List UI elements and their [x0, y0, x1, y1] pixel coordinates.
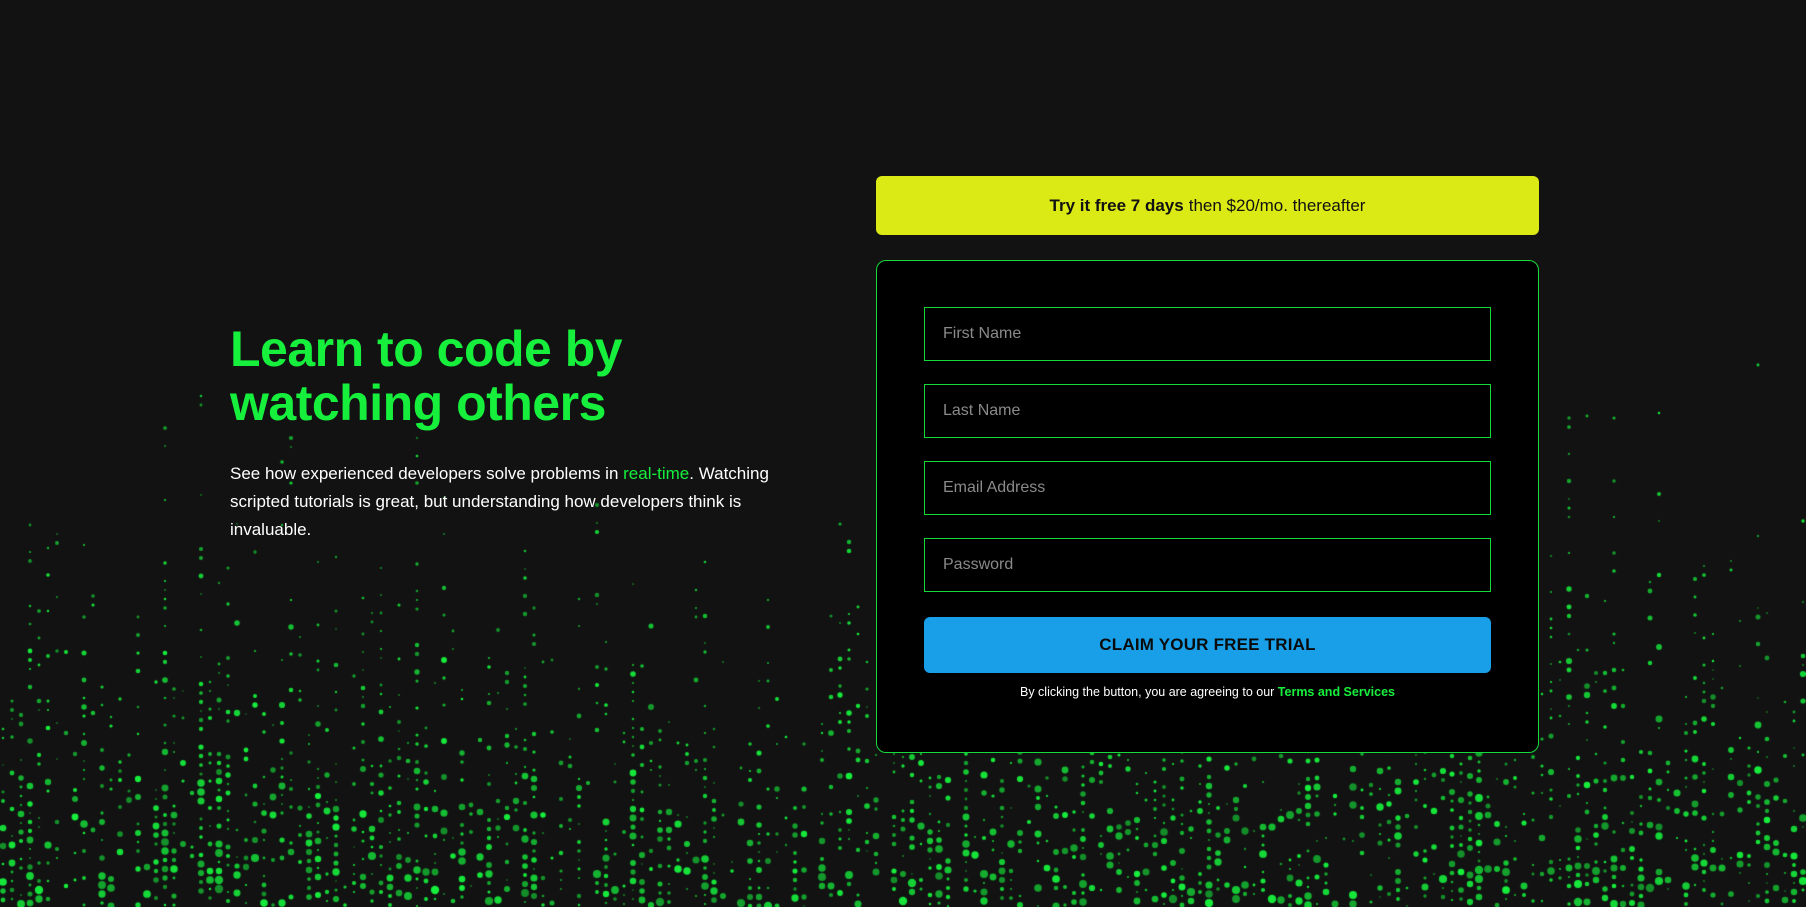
- terms-notice: By clicking the button, you are agreeing…: [877, 685, 1538, 699]
- hero-description: See how experienced developers solve pro…: [230, 460, 810, 544]
- signup-form: CLAIM YOUR FREE TRIAL By clicking the bu…: [876, 260, 1539, 753]
- terms-text: By clicking the button, you are agreeing…: [1020, 685, 1278, 699]
- hero-title: Learn to code by watching others: [230, 321, 623, 431]
- landing-page: Learn to code by watching others See how…: [0, 0, 1806, 907]
- promo-bold-text: Try it free 7 days: [1049, 195, 1184, 215]
- promo-price-text: then $20/mo. thereafter: [1188, 195, 1366, 215]
- password-input[interactable]: [924, 538, 1491, 592]
- email-input[interactable]: [924, 461, 1491, 515]
- hero-section: Learn to code by watching others See how…: [230, 322, 810, 544]
- first-name-input[interactable]: [924, 307, 1491, 361]
- terms-link[interactable]: Terms and Services: [1278, 685, 1395, 699]
- last-name-input[interactable]: [924, 384, 1491, 438]
- claim-free-trial-button[interactable]: CLAIM YOUR FREE TRIAL: [924, 617, 1491, 673]
- hero-description-start: See how experienced developers solve pro…: [230, 464, 624, 483]
- hero-description-accent: real-time: [623, 464, 690, 483]
- free-trial-banner: Try it free 7 days then $20/mo. thereaft…: [876, 176, 1539, 235]
